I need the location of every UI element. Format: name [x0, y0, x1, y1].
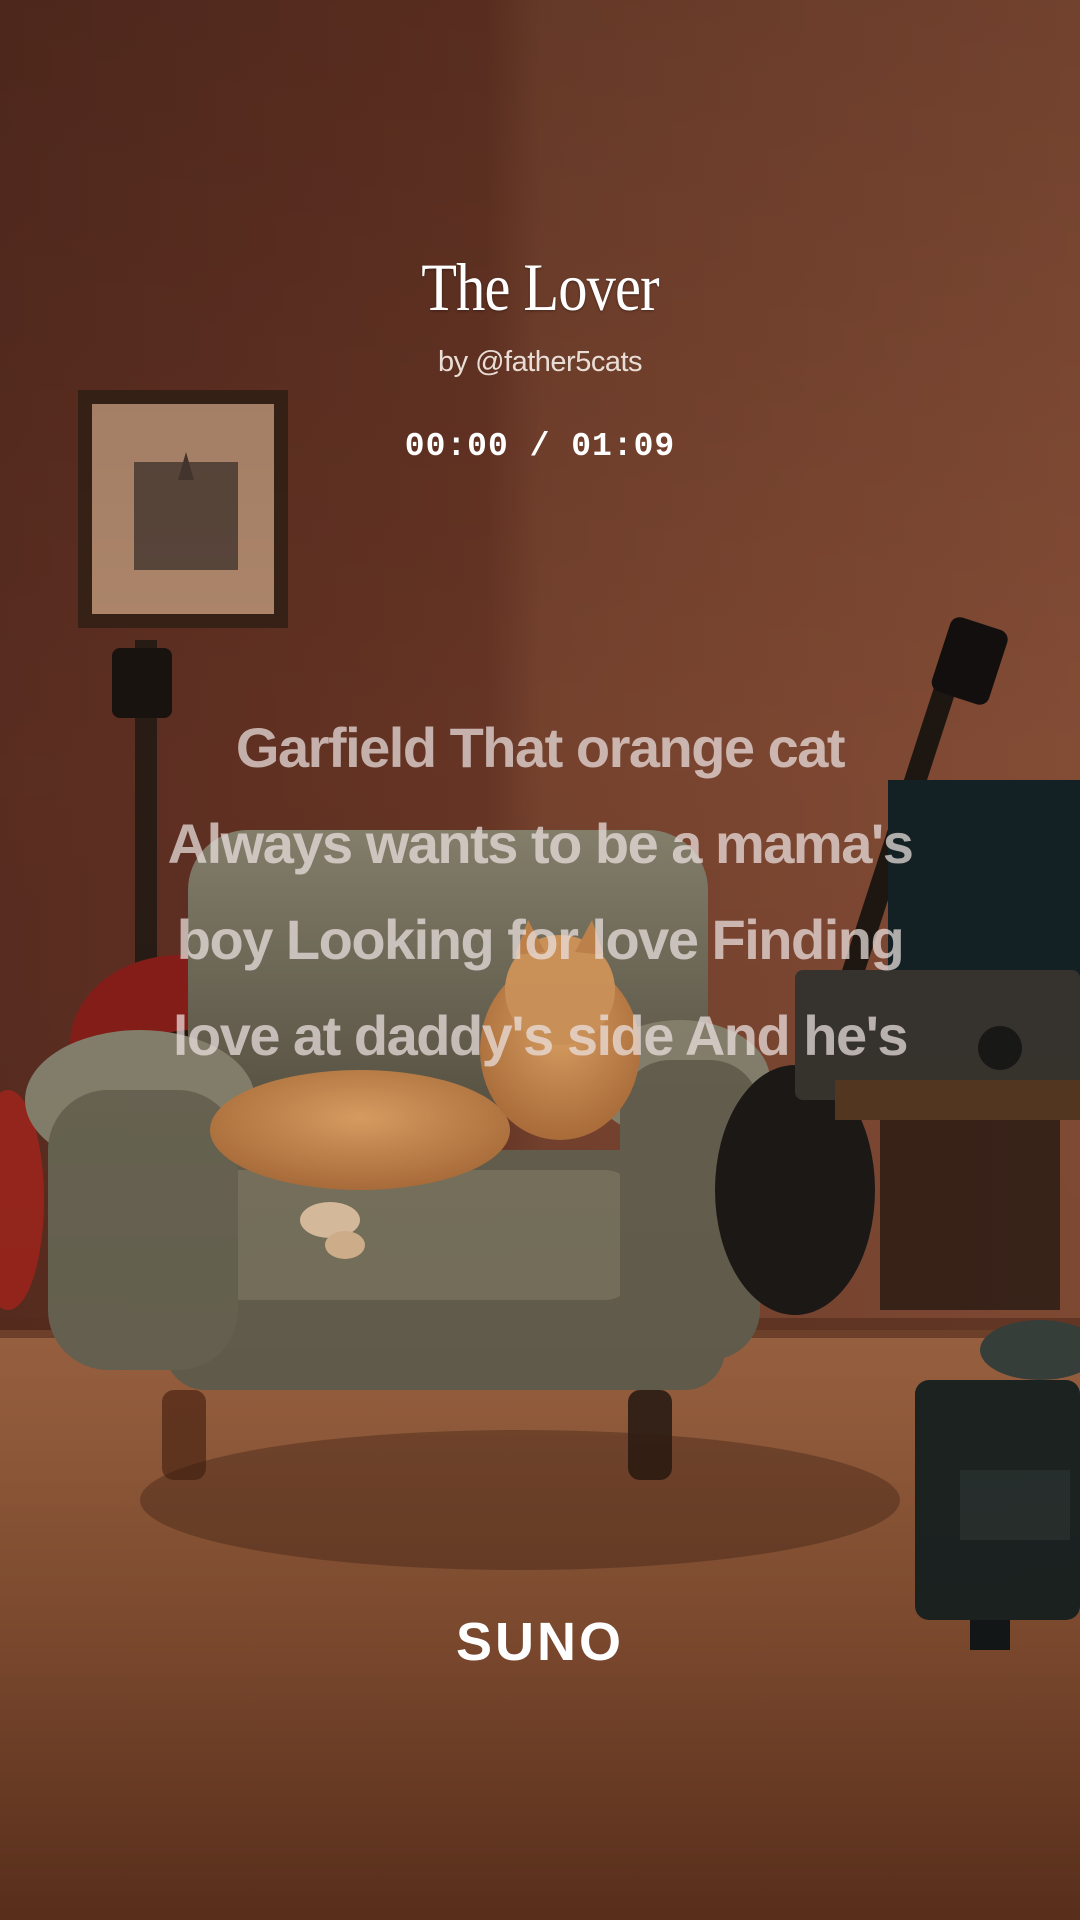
suno-logo: SUNO [0, 1612, 1080, 1672]
song-author: by @father5cats [437, 346, 643, 378]
playback-time: 00:00 / 01:09 [404, 428, 676, 465]
song-title: The Lover [421, 249, 659, 325]
lyric-line: Always wants to be a mama's [167, 812, 914, 875]
lyrics-block: Garfield That orange cat Always wants to… [60, 700, 1020, 1084]
lyric-line: love at daddy's side And he's [172, 1004, 909, 1067]
lyric-line: Garfield That orange cat [235, 716, 846, 779]
lyric-line: boy Looking for love Finding [176, 908, 905, 971]
video-frame: The Lover by @father5cats 00:00 / 01:09 … [0, 0, 1080, 1920]
framed-picture-icon [78, 390, 288, 628]
suno-logo-text: SUNO [455, 1612, 624, 1672]
